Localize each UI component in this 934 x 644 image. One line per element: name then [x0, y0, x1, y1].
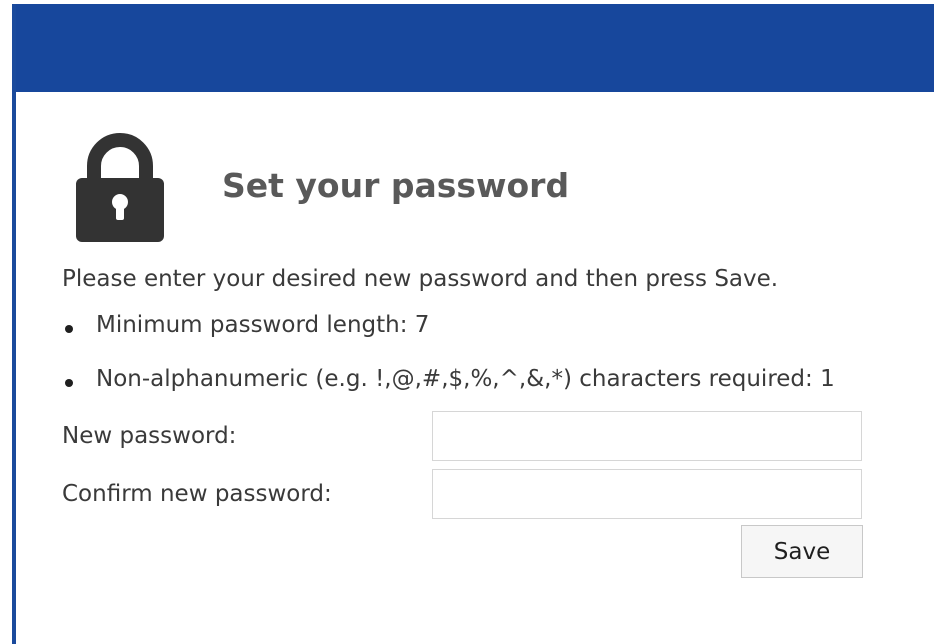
- page-title: Set your password: [222, 166, 570, 205]
- bullet-icon: [65, 325, 73, 333]
- confirm-password-label: Confirm new password:: [62, 481, 332, 507]
- bullet-icon: [65, 379, 73, 387]
- confirm-password-input[interactable]: [432, 469, 862, 519]
- new-password-label: New password:: [62, 423, 237, 449]
- new-password-input[interactable]: [432, 411, 862, 461]
- rule-text: Minimum password length: 7: [96, 312, 430, 338]
- save-button[interactable]: Save: [741, 525, 863, 578]
- rule-text: Non-alphanumeric (e.g. !,@,#,$,%,^,&,*) …: [96, 366, 835, 392]
- instructions-text: Please enter your desired new password a…: [62, 266, 779, 292]
- lock-icon: [76, 133, 164, 242]
